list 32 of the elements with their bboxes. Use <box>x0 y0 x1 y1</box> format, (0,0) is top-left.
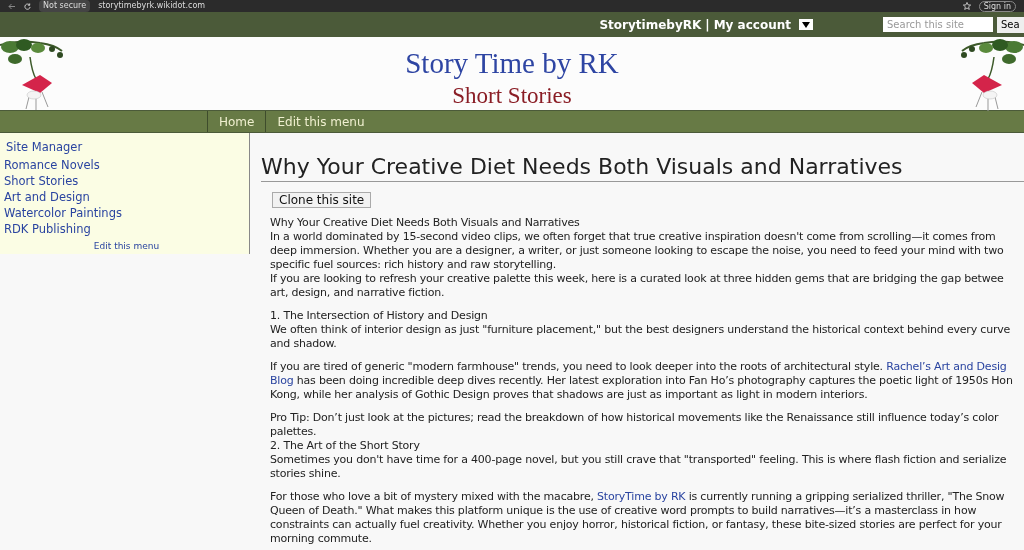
sidebar-link[interactable]: Site Manager <box>4 139 249 155</box>
sidebar-link[interactable]: Art and Design <box>4 189 249 205</box>
paragraph: For those who love a bit of mystery mixed with the macabre, StoryTime by RK is currently running a gripping serialized thriller, "The Snow Queen of Death." What makes this platform unique is the use of creative word prompts to build narratives—it’s a masterclass in how constraints can actually fuel creativity. Whether you enjoy horror, historical fiction, or fantasy, these bite-sized stories are perfect for your morning commute. <box>270 490 1006 546</box>
nav-item[interactable]: Home <box>207 111 266 132</box>
username-link[interactable]: StorytimebyRK <box>599 15 702 34</box>
clone-site-button[interactable]: Clone this site <box>272 192 372 208</box>
reload-icon[interactable] <box>24 2 31 10</box>
sidebar-link[interactable]: Watercolor Paintings <box>4 205 249 221</box>
back-icon[interactable] <box>8 2 16 10</box>
site-subtitle: Short Stories <box>452 84 572 107</box>
sidebar-link[interactable]: RDK Publishing <box>4 221 249 237</box>
separator-text: | <box>705 16 710 34</box>
site-title[interactable]: Story Time by RK <box>405 49 619 78</box>
search-field[interactable]: Search this site <box>883 17 993 32</box>
text-link[interactable]: StoryTime by RK <box>597 490 686 503</box>
address-field[interactable]: storytimebyrk.wikidot.com <box>98 0 206 12</box>
search-button[interactable]: Sea <box>997 16 1024 33</box>
page-title: Why Your Creative Diet Needs Both Visuals and Narratives <box>261 153 1024 182</box>
paragraph: 1. The Intersection of History and Design We often think of interior design as just "furniture placement," but the best designers understand the historical context behind every curve and shadow. <box>270 309 1012 351</box>
dropdown-icon[interactable] <box>799 19 813 30</box>
not-secure-label[interactable]: Not secure <box>39 0 91 12</box>
sidebar-link[interactable]: Romance Novels <box>4 157 249 173</box>
star-icon[interactable] <box>962 2 971 10</box>
edit-menu-link[interactable]: Edit this menu <box>93 238 160 254</box>
account-link[interactable]: My account <box>713 15 791 34</box>
text-link[interactable]: Rachel’s Art and Desig <box>886 360 1007 373</box>
paragraph: Why Your Creative Diet Needs Both Visuals and Narratives In a world dominated by 15-second video clips, we often forget that true creative inspiration doesn't come from scrolling—it comes from deep immersion. Whether you are a designer, a writer, or just someone looking to escape the noise, you need to feed your mind with two specific fuel sources: rich history and raw storytelling. If you are looking to refresh your creative palette this week, here is a curated look at three hidden gems that are bridging the gap betwee art, design, and narrative fiction. <box>270 216 1005 300</box>
paragraph: If you are tired of generic "modern farmhouse" trends, you need to look deeper into the roots of architectural style. Rachel’s Art and Desig Blog has been doing incredible deep dives recently. Her latest exploration into Fan Ho’s photography captures the poetic light of 1950s Hon Kong, while her analysis of Gothic Design proves that shadows are just as important as light in modern interiors. <box>270 360 1014 402</box>
text-link[interactable]: Blog <box>270 374 294 387</box>
paragraph: Pro Tip: Don’t just look at the pictures; read the breakdown of how historical movements like the Renaissance still influence today’s color palettes. 2. The Art of the Short Story Sometimes you don't have time for a 400-page novel, but you still crave that "transported" feeling. This is where flash fiction and serialize stories shine. <box>270 411 1008 481</box>
sidebar-link[interactable]: Short Stories <box>4 173 249 189</box>
nav-item[interactable]: Edit this menu <box>265 111 376 132</box>
